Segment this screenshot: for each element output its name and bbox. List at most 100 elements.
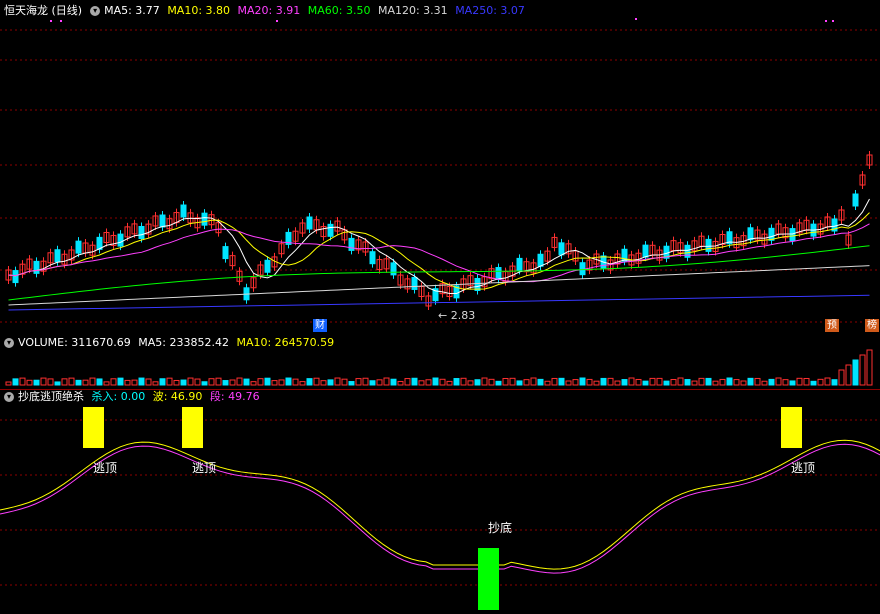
volume-bar bbox=[201, 381, 208, 386]
volume-bar bbox=[726, 377, 733, 386]
candle-body bbox=[789, 228, 796, 242]
volume-bar bbox=[523, 379, 530, 386]
volume-bar bbox=[327, 379, 334, 386]
ma60-value: MA60: 3.50 bbox=[307, 4, 371, 17]
volume-bar bbox=[138, 377, 145, 386]
circle-dropdown-icon[interactable]: ▾ bbox=[90, 6, 101, 16]
ma250-line bbox=[8, 294, 870, 311]
finance-tag[interactable]: 财 bbox=[313, 319, 327, 332]
volume-bar bbox=[663, 380, 670, 386]
escape-top-block bbox=[83, 407, 104, 448]
ma120-value: MA120: 3.31 bbox=[377, 4, 448, 17]
price-panel[interactable]: 恒天海龙 (日线) ▾ MA5: 3.77 MA10: 3.80 MA20: 3.9… bbox=[0, 0, 880, 335]
candle-body bbox=[411, 276, 418, 290]
shaju-value: 杀入: 0.00 bbox=[91, 390, 146, 403]
volume-bar bbox=[803, 377, 810, 386]
volume-bar bbox=[306, 378, 313, 386]
volume-bar bbox=[698, 377, 705, 386]
volume-bar bbox=[376, 379, 383, 386]
ma10-line bbox=[8, 212, 870, 290]
volume-bar bbox=[831, 379, 838, 386]
volume-bar bbox=[747, 377, 754, 386]
circle-dropdown-icon[interactable]: ▾ bbox=[4, 338, 14, 348]
volume-bar bbox=[208, 378, 215, 386]
low-price-marker: ← 2.83 bbox=[438, 309, 476, 322]
volume-bar bbox=[824, 377, 831, 386]
ma20-value: MA20: 3.91 bbox=[237, 4, 301, 17]
volume-bar bbox=[789, 380, 796, 386]
volume-bar bbox=[691, 380, 698, 386]
volume-bar bbox=[194, 378, 201, 386]
forecast-tag[interactable]: 预 bbox=[825, 319, 839, 332]
candle-body bbox=[369, 251, 376, 265]
indicator-chart[interactable] bbox=[0, 390, 880, 614]
volume-bar bbox=[124, 379, 131, 386]
escape-top-block bbox=[781, 407, 802, 448]
volume-bar bbox=[96, 378, 103, 386]
volume-bar bbox=[89, 377, 96, 386]
volume-bar bbox=[397, 380, 404, 386]
low-price-value: 2.83 bbox=[450, 309, 476, 322]
volume-panel[interactable]: ▾ VOLUME: 311670.69 MA5: 233852.42 MA10: … bbox=[0, 335, 880, 390]
bo-value: 波: 46.90 bbox=[152, 390, 203, 403]
volume-bar bbox=[593, 380, 600, 386]
volume-bar bbox=[467, 380, 474, 386]
volume-bar bbox=[509, 377, 516, 386]
indicator-title: 抄底逃顶绝杀 bbox=[18, 390, 84, 403]
rank-tag[interactable]: 榜 bbox=[865, 319, 879, 332]
ma20-line bbox=[8, 223, 870, 283]
volume-bar bbox=[152, 381, 159, 386]
candle-body bbox=[54, 249, 61, 263]
volume-bar bbox=[649, 377, 656, 386]
volume-bar bbox=[551, 377, 558, 386]
volume-bar bbox=[404, 378, 411, 386]
bottom-fishing-block bbox=[478, 548, 499, 610]
volume-bar bbox=[621, 379, 628, 386]
bottom-fishing-label: 抄底 bbox=[488, 521, 513, 535]
volume-bar bbox=[502, 377, 509, 386]
candle-body bbox=[495, 267, 502, 281]
volume-bar bbox=[495, 380, 502, 386]
circle-dropdown-icon[interactable]: ▾ bbox=[4, 392, 14, 402]
candle-body bbox=[201, 212, 208, 226]
volume-bar bbox=[432, 377, 439, 386]
volume-bar bbox=[250, 381, 257, 386]
volume-bar bbox=[103, 381, 110, 386]
stock-title: 恒天海龙 (日线) bbox=[4, 4, 83, 17]
volume-bar bbox=[173, 379, 180, 386]
candle-body bbox=[222, 246, 229, 260]
volume-bar bbox=[733, 379, 740, 386]
volume-bar bbox=[40, 377, 47, 386]
volume-bar bbox=[481, 377, 488, 386]
ma5-value: MA5: 3.77 bbox=[104, 4, 160, 17]
candle-body bbox=[537, 253, 544, 267]
volume-bar bbox=[278, 379, 285, 386]
candle-body bbox=[180, 204, 187, 218]
volume-header: ▾ VOLUME: 311670.69 MA5: 233852.42 MA10: … bbox=[0, 335, 880, 351]
volume-bar bbox=[670, 378, 677, 386]
volume-bar bbox=[866, 349, 873, 386]
volume-bar bbox=[12, 378, 19, 386]
indicator-panel[interactable]: ▾ 抄底逃顶绝杀 杀入: 0.00 波: 46.90 段: 49.76 逃顶 逃顶… bbox=[0, 390, 880, 614]
volume-bar bbox=[26, 379, 33, 386]
volume-bar bbox=[271, 380, 278, 386]
ma5-line bbox=[8, 198, 870, 295]
candle-body bbox=[306, 216, 313, 230]
volume-bar bbox=[145, 378, 152, 386]
volume-title: VOLUME: 311670.69 bbox=[18, 336, 131, 349]
candle-body bbox=[264, 259, 271, 273]
volume-bar bbox=[348, 381, 355, 386]
duan-value: 段: 49.76 bbox=[209, 390, 260, 403]
escape-top-label: 逃顶 bbox=[192, 461, 217, 475]
volume-bar bbox=[390, 378, 397, 386]
volume-bar bbox=[215, 377, 222, 386]
volume-bar bbox=[33, 379, 40, 386]
volume-bar bbox=[859, 354, 866, 386]
volume-bar bbox=[635, 378, 642, 386]
candlestick-chart[interactable] bbox=[0, 0, 880, 335]
volume-bar bbox=[299, 381, 306, 386]
vol-ma10: MA10: 264570.59 bbox=[236, 336, 335, 349]
volume-bar bbox=[775, 377, 782, 386]
volume-bar bbox=[719, 378, 726, 386]
volume-bar bbox=[341, 378, 348, 386]
